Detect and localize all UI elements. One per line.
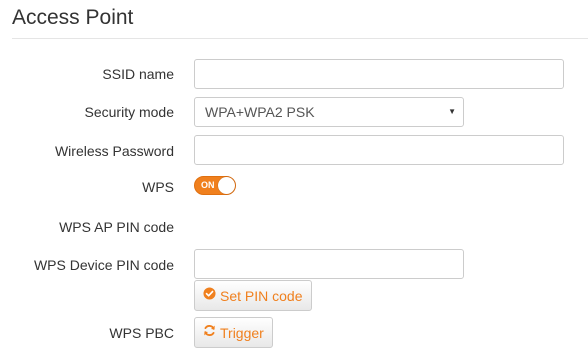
wps-toggle[interactable]: ON bbox=[194, 176, 236, 195]
set-pin-code-label: Set PIN code bbox=[220, 287, 303, 304]
trigger-label: Trigger bbox=[220, 324, 264, 341]
ssid-input[interactable] bbox=[194, 59, 564, 89]
access-point-page: Access Point SSID name Security mode WPA… bbox=[0, 0, 588, 359]
dropdown-caret-icon: ▼ bbox=[448, 107, 456, 116]
wps-device-pin-label: WPS Device PIN code bbox=[33, 257, 174, 273]
security-mode-label: Security mode bbox=[84, 104, 174, 120]
trigger-button[interactable]: Trigger bbox=[194, 317, 273, 348]
refresh-icon bbox=[203, 318, 216, 347]
wps-toggle-state: ON bbox=[201, 180, 215, 190]
security-mode-select[interactable]: WPA+WPA2 PSK ▼ bbox=[194, 97, 464, 127]
page-title: Access Point bbox=[12, 6, 134, 29]
wps-ap-pin-label: WPS AP PIN code bbox=[59, 219, 174, 235]
wps-pbc-label: WPS PBC bbox=[109, 325, 174, 341]
ssid-label: SSID name bbox=[102, 66, 174, 82]
security-mode-value: WPA+WPA2 PSK bbox=[205, 104, 315, 120]
wps-device-pin-input[interactable] bbox=[194, 249, 464, 279]
wireless-password-input[interactable] bbox=[194, 135, 564, 165]
toggle-knob bbox=[218, 177, 235, 194]
wps-label: WPS bbox=[142, 179, 174, 195]
check-circle-icon bbox=[203, 281, 216, 310]
title-divider bbox=[12, 38, 588, 39]
set-pin-code-button[interactable]: Set PIN code bbox=[194, 280, 312, 311]
wireless-password-label: Wireless Password bbox=[54, 143, 174, 159]
